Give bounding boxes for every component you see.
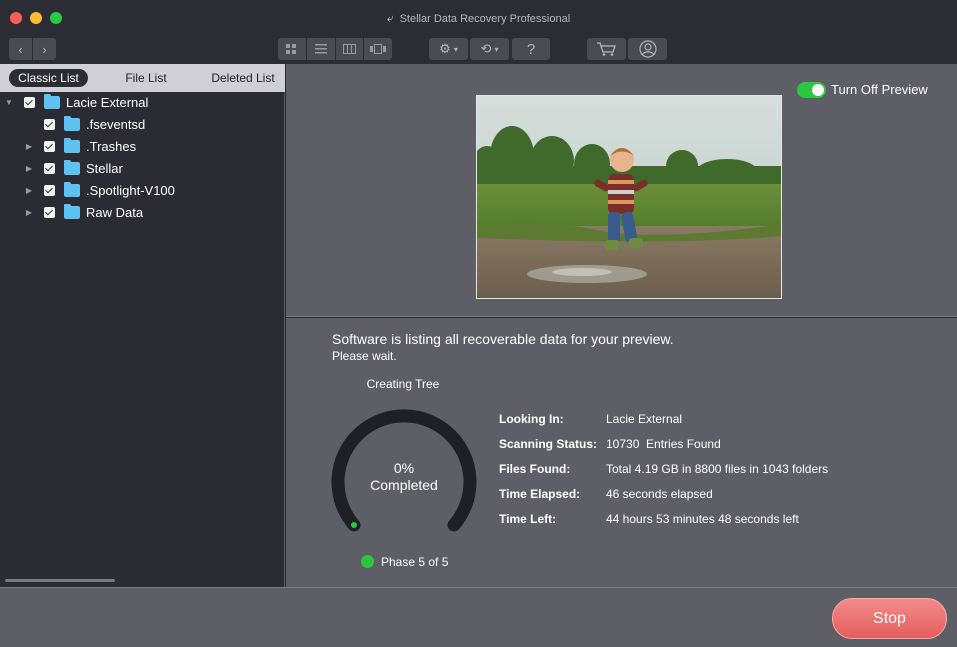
dropdown-caret-icon: ▾ — [453, 44, 458, 54]
gear-icon: ⚙ — [439, 41, 451, 56]
tree-item-label: .fseventsd — [86, 116, 146, 132]
tree-item[interactable]: ▶ .Trashes — [24, 136, 136, 156]
chevron-left-icon: ‹ — [18, 41, 23, 57]
back-button[interactable]: ‹ — [9, 38, 32, 60]
window-title: ⤶ Stellar Data Recovery Professional — [386, 11, 571, 25]
tree-checkbox[interactable] — [44, 118, 55, 130]
help-button[interactable]: ? — [512, 38, 550, 60]
tree-item[interactable]: ▶ Stellar — [24, 158, 123, 178]
info-key-scanning-status: Scanning Status: — [499, 437, 598, 451]
coverflow-view-button[interactable] — [364, 38, 392, 60]
history-button[interactable]: ⟲ ▾ — [470, 38, 509, 60]
folder-icon — [64, 203, 80, 219]
cart-button[interactable] — [587, 38, 626, 60]
preview-image — [476, 95, 782, 299]
info-key-looking-in: Looking In: — [499, 412, 564, 426]
scan-status-panel: Software is listing all recoverable data… — [286, 318, 957, 587]
tree-item-label: Stellar — [86, 160, 123, 176]
column-view-icon — [342, 44, 356, 54]
tree-checkbox[interactable] — [24, 96, 35, 108]
tree-checkbox[interactable] — [44, 184, 55, 196]
folder-icon — [64, 137, 80, 153]
preview-panel: Turn Off Preview — [286, 64, 957, 317]
user-icon — [638, 40, 657, 58]
disclosure-collapsed-icon[interactable]: ▶ — [24, 208, 34, 217]
sidebar: Classic List File List Deleted List ▼ La… — [0, 64, 285, 587]
tab-deleted-list[interactable]: Deleted List — [205, 69, 281, 87]
tab-file-list[interactable]: File List — [110, 69, 182, 87]
tab-classic-list[interactable]: Classic List — [9, 69, 88, 87]
tree-item-root[interactable]: ▼ Lacie External — [4, 92, 148, 112]
title-bar: ⤶ Stellar Data Recovery Professional ‹ › … — [0, 0, 957, 64]
list-view-icon — [314, 44, 327, 54]
history-icon: ⟲ — [480, 41, 492, 56]
disclosure-collapsed-icon[interactable]: ▶ — [24, 186, 34, 195]
info-key-files-found: Files Found: — [499, 462, 571, 476]
preview-toggle-label: Turn Off Preview — [831, 82, 928, 97]
progress-gauge-indicator — [351, 522, 357, 528]
info-value-looking-in: Lacie External — [606, 412, 683, 426]
disclosure-collapsed-icon[interactable]: ▶ — [24, 142, 34, 151]
grid-view-icon — [286, 43, 297, 54]
dropdown-caret-icon: ▾ — [494, 44, 499, 54]
tree-item[interactable]: .fseventsd — [24, 114, 145, 134]
view-mode-group — [278, 38, 392, 60]
list-view-button[interactable] — [306, 38, 335, 60]
scan-stage-label: Creating Tree — [366, 377, 440, 391]
info-key-time-left: Time Left: — [499, 512, 557, 526]
grid-view-button[interactable] — [278, 38, 306, 60]
tree-item[interactable]: ▶ Raw Data — [24, 202, 143, 222]
scan-headline: Software is listing all recoverable data… — [332, 331, 674, 347]
info-value-time-elapsed: 46 seconds elapsed — [606, 487, 713, 501]
tree-item-label: .Trashes — [86, 138, 137, 154]
folder-icon — [64, 115, 80, 131]
tree-checkbox[interactable] — [44, 140, 55, 152]
forward-button[interactable]: › — [33, 38, 56, 60]
phase-label: Phase 5 of 5 — [381, 555, 449, 569]
bottom-bar: Stop — [0, 587, 957, 647]
folder-icon — [44, 93, 60, 109]
photo-child-jumping-puddle — [477, 96, 781, 298]
undo-arrow-icon: ⤶ — [386, 11, 394, 25]
progress-percent: 0% Completed — [370, 460, 438, 493]
info-value-files-found: Total 4.19 GB in 8800 files in 1043 fold… — [606, 462, 829, 476]
tree-item[interactable]: ▶ .Spotlight-V100 — [24, 180, 175, 200]
folder-icon — [64, 159, 80, 175]
account-button[interactable] — [628, 38, 667, 60]
tree-checkbox[interactable] — [44, 206, 55, 218]
main-pane: Turn Off Preview Software is listing all… — [286, 64, 957, 587]
tree-item-label: Lacie External — [66, 94, 149, 110]
disclosure-collapsed-icon[interactable]: ▶ — [24, 164, 34, 173]
info-value-scanning-status: 10730 Entries Found — [606, 437, 721, 451]
horizontal-scrollbar[interactable] — [5, 579, 115, 582]
stop-button[interactable]: Stop — [832, 598, 947, 639]
tree-checkbox[interactable] — [44, 162, 55, 174]
folder-icon — [64, 181, 80, 197]
disclosure-expanded-icon[interactable]: ▼ — [4, 98, 14, 107]
scan-subline: Please wait. — [332, 349, 397, 363]
preview-toggle[interactable] — [797, 82, 826, 98]
column-view-button[interactable] — [335, 38, 364, 60]
list-mode-tabs: Classic List File List Deleted List — [0, 64, 285, 92]
tree-item-label: Raw Data — [86, 204, 144, 220]
chevron-right-icon: › — [42, 41, 47, 57]
info-value-time-left: 44 hours 53 minutes 48 seconds left — [606, 512, 799, 526]
coverflow-view-icon — [370, 44, 387, 54]
cart-icon — [596, 42, 616, 56]
phase-status-dot — [361, 555, 374, 568]
settings-button[interactable]: ⚙ ▾ — [429, 38, 468, 60]
tree-item-label: .Spotlight-V100 — [86, 182, 175, 198]
info-key-time-elapsed: Time Elapsed: — [499, 487, 581, 501]
